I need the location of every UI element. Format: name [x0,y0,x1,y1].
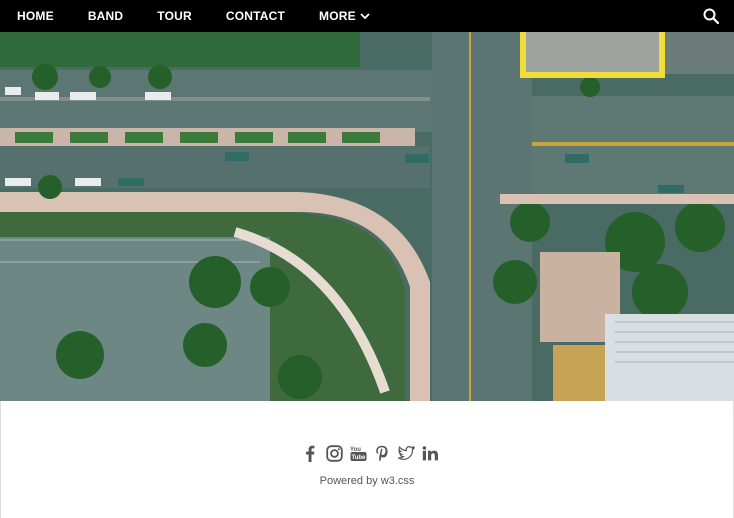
youtube-icon[interactable]: You Tube [349,444,367,462]
nav-contact[interactable]: CONTACT [209,0,302,32]
svg-text:Tube: Tube [351,455,366,461]
footer: You Tube Powered by w3.css [0,401,734,518]
social-icons: You Tube [1,444,733,462]
nav-home-label: HOME [17,9,54,23]
linkedin-icon[interactable] [421,444,439,462]
chevron-down-icon [360,9,370,23]
search-icon[interactable] [702,7,720,25]
nav-more-dropdown[interactable]: MORE [302,0,387,32]
facebook-icon[interactable] [301,444,319,462]
instagram-icon[interactable] [325,444,343,462]
nav-band[interactable]: BAND [71,0,140,32]
nav-more-label: MORE [319,9,356,23]
nav-home[interactable]: HOME [0,0,71,32]
twitter-icon[interactable] [397,444,415,462]
nav-tour-label: TOUR [157,9,192,23]
nav-band-label: BAND [87,9,124,23]
top-navbar: HOME BAND TOUR CONTACT MORE [0,0,734,32]
nav-tour[interactable]: TOUR [140,0,209,32]
pinterest-icon[interactable] [373,444,391,462]
powered-by-text: Powered by w3.css [319,475,415,487]
hero-aerial-photo [0,32,734,401]
nav-contact-label: CONTACT [225,9,286,23]
